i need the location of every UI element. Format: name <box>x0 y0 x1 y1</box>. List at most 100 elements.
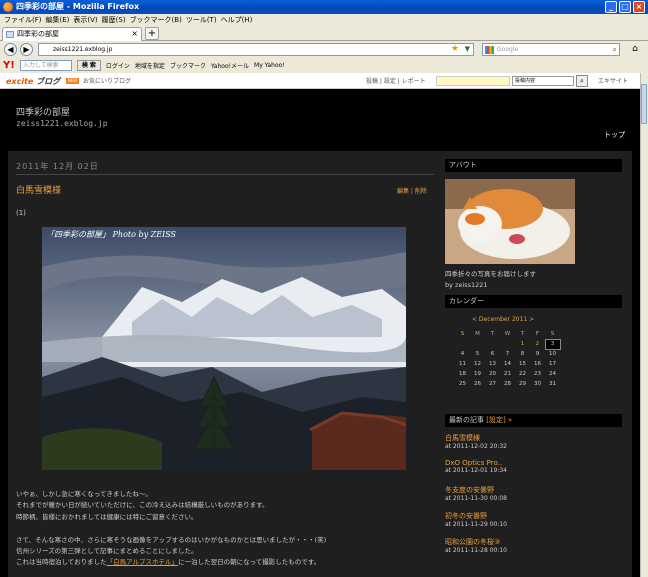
back-button[interactable]: ◀ <box>4 43 17 56</box>
calendar-day: 30 <box>534 381 541 387</box>
weekday: S <box>460 331 465 337</box>
post-paragraph: さて、そんな寒さの中、さらに寒そうな画像をアップするのはいかがなものかとは思いま… <box>16 535 327 544</box>
tab-current[interactable]: 四季彩の部屋 × <box>2 27 142 41</box>
bookmark-star-icon[interactable]: ★ <box>451 44 459 55</box>
yahoo-toolbar: Y! 入力して検索 検 索 ログイン 地域を指定 ブックマーク Yahoo!メー… <box>0 58 648 73</box>
calendar-day-today: 3 <box>544 338 561 350</box>
google-icon <box>485 46 494 54</box>
url-text: zeiss1221.exblog.jp <box>53 46 113 53</box>
blog-url: zeiss1221.exblog.jp <box>16 119 108 128</box>
excite-search-input[interactable] <box>436 76 510 86</box>
recent-item[interactable]: 冬支度の安曇野 at 2011-11-30 00:08 <box>445 485 507 502</box>
tab-close-icon[interactable]: × <box>131 28 138 40</box>
url-dropdown-icon[interactable]: ▼ <box>465 44 470 55</box>
calendar-day: 7 <box>505 351 510 357</box>
calendar-day: 17 <box>549 361 556 367</box>
post-paragraph: いやぁ、しかし急に寒くなってきましたね～。 <box>16 490 152 498</box>
blog-title[interactable]: 四季彩の部屋 <box>16 105 70 118</box>
yahoo-mail[interactable]: Yahoo!メール <box>211 61 249 70</box>
menu-history[interactable]: 履歴(S) <box>102 14 126 26</box>
excite-search-icon[interactable]: ⌕ <box>576 75 588 87</box>
recent-header: 最新の記事 [設定] » <box>445 414 622 427</box>
home-icon[interactable]: ⌂ <box>628 43 642 56</box>
post-date: 2011年 12月 02日 <box>16 162 99 171</box>
window-titlebar: 四季彩の部屋 - Mozilla Firefox _ □ × <box>0 0 648 14</box>
new-tab-button[interactable]: + <box>145 27 159 40</box>
calendar-day: 4 <box>460 351 465 357</box>
post-paragraph: それまでが暖かい日が続いていただけに、この冷え込みは結構厳しいものがあります。 <box>16 501 269 510</box>
search-box[interactable]: Google ⌕ <box>482 43 620 56</box>
weekday: T <box>520 331 525 337</box>
menu-help[interactable]: ヘルプ(H) <box>221 14 253 26</box>
yahoo-login[interactable]: ログイン <box>106 61 130 70</box>
calendar-day: 14 <box>504 361 511 367</box>
post-title[interactable]: 白馬雪模様 <box>16 183 61 196</box>
yahoo-search-input[interactable]: 入力して検索 <box>19 60 72 71</box>
recent-item[interactable]: 白馬雪模様 at 2011-12-02 20:32 <box>445 433 507 450</box>
menu-bookmarks[interactable]: ブックマーク(B) <box>130 14 182 26</box>
new-badge: NEW <box>66 78 79 84</box>
excite-header: excite ブログ NEW お気にいりブログ 投稿 | 設定 | レポート 投… <box>0 73 640 89</box>
calendar-day <box>485 339 500 349</box>
yahoo-logo-icon[interactable]: Y! <box>3 60 15 71</box>
favorite-blogs-link[interactable]: お気にいりブログ <box>83 76 131 85</box>
tab-bar: 四季彩の部屋 × + <box>0 26 648 41</box>
top-link[interactable]: トップ <box>604 130 625 140</box>
excite-logo[interactable]: excite ブログ <box>6 76 60 87</box>
close-button[interactable]: × <box>633 1 645 13</box>
calendar-month-nav[interactable]: < December 2011 > <box>472 316 534 323</box>
main-panel: 2011年 12月 02日 白馬雪模様 編集 | 削除 (1) 「四季彩の部屋」… <box>8 151 632 577</box>
calendar-day: 24 <box>549 371 556 377</box>
weekday: W <box>504 331 511 337</box>
tab-label: 四季彩の部屋 <box>17 30 59 38</box>
excite-site-link[interactable]: エキサイト <box>598 76 628 85</box>
calendar-day: 22 <box>519 371 526 377</box>
recent-item[interactable]: DxO Optics Pro.. at 2011-12-01 19:34 <box>445 459 507 474</box>
menu-bar: ファイル(F) 編集(E) 表示(V) 履歴(S) ブックマーク(B) ツール(… <box>0 14 648 26</box>
about-text: 四季折々の写真をお届けします by zeiss1221 <box>445 270 536 289</box>
calendar-day: 18 <box>459 371 466 377</box>
post-body: いやぁ、しかし急に寒くなってきましたね～。 それまでが暖かい日が続いていただけに… <box>16 489 436 569</box>
photo-caption: 「四季彩の部屋」 Photo by ZEISS <box>46 230 177 239</box>
calendar-day: 28 <box>504 381 511 387</box>
search-icon[interactable]: ⌕ <box>613 44 617 55</box>
recent-item[interactable]: 初冬の安曇野 at 2011-11-29 00:10 <box>445 511 507 528</box>
about-header: アバウト <box>445 159 622 172</box>
menu-view[interactable]: 表示(V) <box>73 14 97 26</box>
excite-links[interactable]: 投稿 | 設定 | レポート <box>366 76 426 85</box>
calendar-day: 26 <box>474 381 481 387</box>
menu-file[interactable]: ファイル(F) <box>4 14 42 26</box>
calendar-day: 13 <box>489 361 496 367</box>
vertical-scrollbar[interactable] <box>640 73 648 577</box>
calendar-day: 19 <box>474 371 481 377</box>
excite-search-select[interactable]: 投稿内容 <box>512 76 574 86</box>
post-edit-links[interactable]: 編集 | 削除 <box>397 186 427 195</box>
post-paragraph <box>16 523 436 534</box>
menu-edit[interactable]: 編集(E) <box>46 14 70 26</box>
minimize-button[interactable]: _ <box>605 1 617 13</box>
menu-tools[interactable]: ツール(T) <box>186 14 217 26</box>
calendar-table: S M T W T F S 1 2 3 4 5 6 7 8 9 10 11 12… <box>455 329 561 389</box>
my-yahoo[interactable]: My Yahoo! <box>254 62 285 69</box>
calendar-day: 11 <box>459 361 466 367</box>
calendar-day: 25 <box>459 381 466 387</box>
recent-setting-link[interactable]: [設定] » <box>486 416 512 424</box>
yahoo-region[interactable]: 地域を指定 <box>135 61 165 70</box>
calendar-day-link[interactable]: 2 <box>530 339 545 349</box>
mountain-photo: 「四季彩の部屋」 Photo by ZEISS <box>42 227 406 470</box>
scrollbar-thumb[interactable] <box>641 84 647 124</box>
recent-item[interactable]: 昭和公園の冬桜③ at 2011-11-28 00:10 <box>445 537 507 554</box>
cat-avatar <box>445 179 575 264</box>
hotel-link[interactable]: 「白馬アルプスホテル」 <box>107 558 178 566</box>
calendar-day: 15 <box>519 361 526 367</box>
window-title: 四季彩の部屋 - Mozilla Firefox <box>16 2 140 11</box>
yahoo-bookmark[interactable]: ブックマーク <box>170 61 206 70</box>
maximize-button[interactable]: □ <box>619 1 631 13</box>
yahoo-search-button[interactable]: 検 索 <box>76 60 101 71</box>
calendar-day-link[interactable]: 1 <box>515 339 530 349</box>
url-bar[interactable]: zeiss1221.exblog.jp ★ ▼ <box>38 43 474 56</box>
weekday: M <box>475 331 480 337</box>
calendar-header: カレンダー <box>445 295 622 308</box>
forward-button[interactable]: ▶ <box>20 43 33 56</box>
search-placeholder: Google <box>497 46 519 53</box>
